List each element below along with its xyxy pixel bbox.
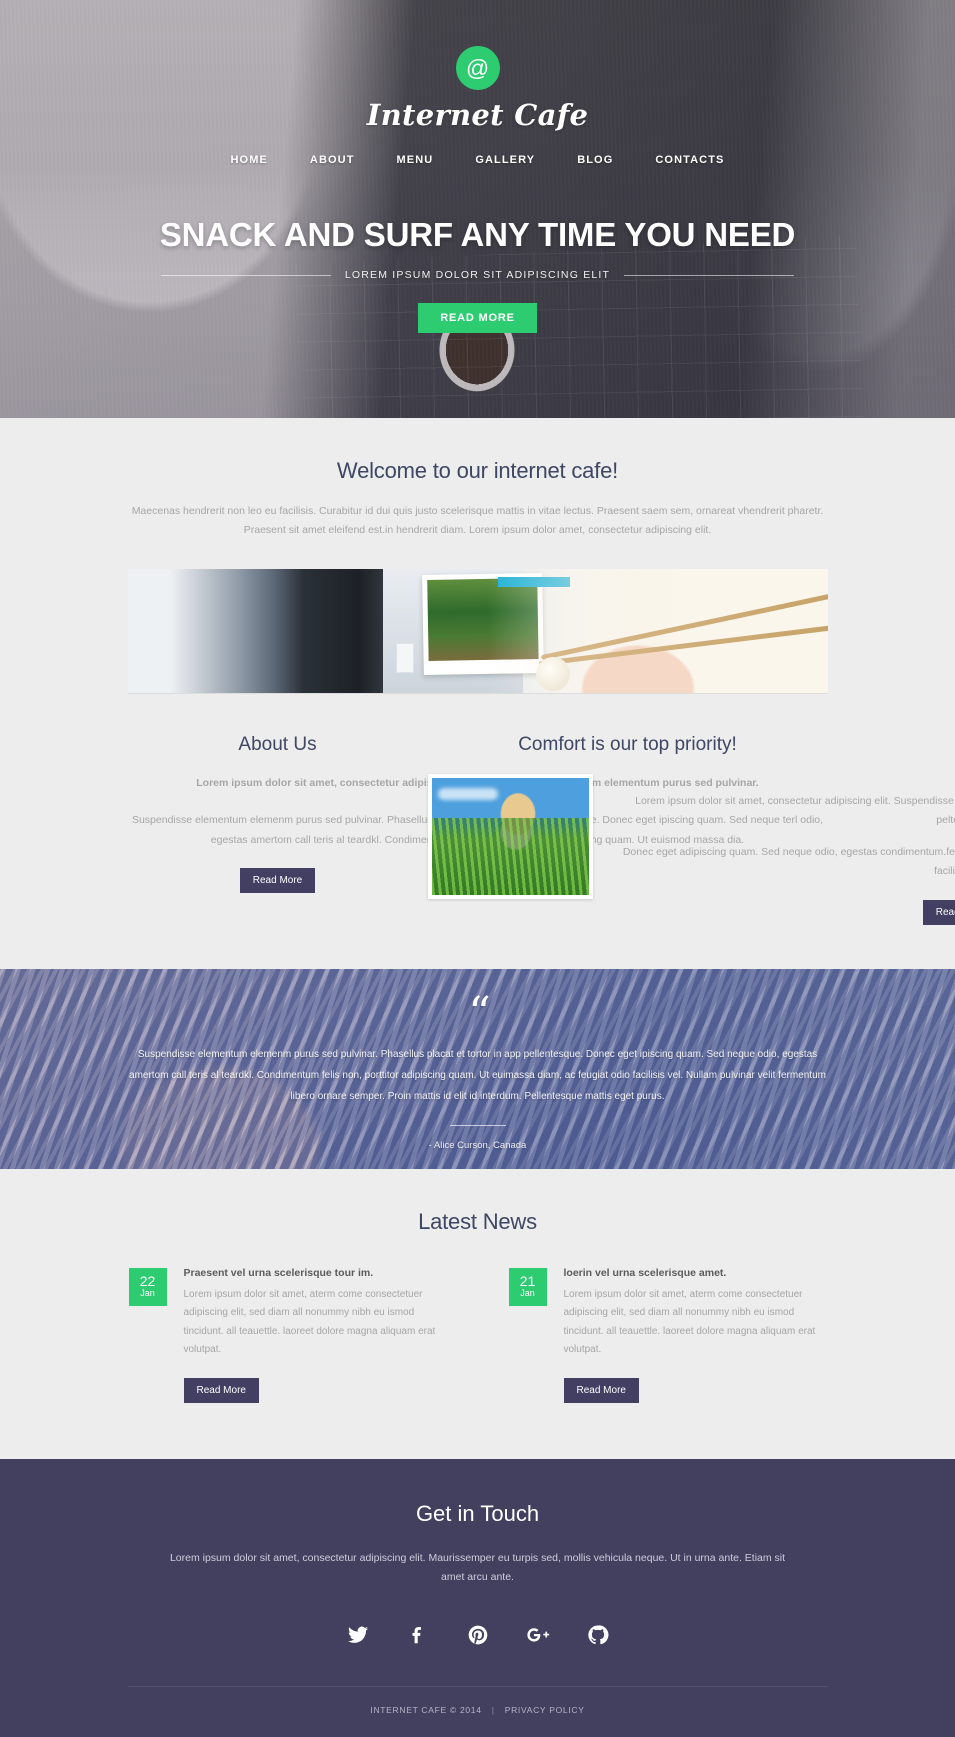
quotation-mark-icon: “ [128, 1005, 828, 1023]
news-date-badge: 21 Jan [508, 1267, 548, 1307]
testimonial-author: - Alice Curson, Canada [128, 1140, 828, 1151]
copyright-separator: | [492, 1705, 495, 1715]
get-in-touch-title: Get in Touch [0, 1501, 955, 1527]
news-date-month: Jan [520, 1289, 535, 1298]
at-sign-icon[interactable]: @ [456, 46, 500, 90]
hero-section: @ Internet Cafe HOME ABOUT MENU GALLERY … [0, 0, 955, 418]
news-read-more-button[interactable]: Read More [184, 1378, 259, 1403]
logo-glyph: @ [466, 57, 489, 80]
comfort-block: Comfort is our top priority! Lorem ipsum… [428, 734, 828, 925]
latest-news-title: Latest News [0, 1209, 955, 1235]
about-comfort-columns: About Us Lorem ipsum dolor sit amet, con… [128, 734, 828, 969]
nav-item-about[interactable]: ABOUT [289, 148, 376, 172]
nav-item-menu[interactable]: MENU [376, 148, 455, 172]
news-date-month: Jan [140, 1289, 155, 1298]
footer: Get in Touch Lorem ipsum dolor sit amet,… [0, 1459, 955, 1737]
nav-item-home[interactable]: HOME [210, 148, 289, 172]
hero-title: SNACK AND SURF ANY TIME YOU NEED [0, 216, 955, 254]
chopstick-upper [540, 593, 827, 660]
comfort-title: Comfort is our top priority! [428, 734, 828, 756]
footer-paragraph: Lorem ipsum dolor sit amet, consectetur … [168, 1549, 788, 1589]
copyright-bar: INTERNET CAFE © 2014 | PRIVACY POLICY [128, 1686, 828, 1737]
welcome-banner-image [128, 569, 828, 694]
testimonial-section: “ Suspendisse elementum elemenm purus se… [0, 969, 955, 1169]
facebook-icon[interactable] [401, 1618, 435, 1652]
news-date-day: 22 [140, 1274, 156, 1289]
welcome-section: Welcome to our internet cafe! Maecenas h… [0, 418, 955, 969]
nav-item-gallery[interactable]: GALLERY [454, 148, 556, 172]
testimonial-text: Suspendisse elementum elemenm purus sed … [128, 1044, 828, 1107]
about-us-title: About Us [128, 734, 428, 756]
twitter-icon[interactable] [341, 1618, 375, 1652]
news-list: 22 Jan Praesent vel urna scelerisque tou… [128, 1267, 828, 1403]
news-item-text: Lorem ipsum dolor sit amet, aterm come c… [564, 1286, 828, 1360]
comfort-paragraph-1: Lorem ipsum dolor sit amet, consectetur … [611, 792, 955, 831]
divider-left [161, 275, 331, 276]
banner-hand [488, 569, 828, 694]
divider-right [624, 275, 794, 276]
news-item: 21 Jan loerin vel urna scelerisque amet.… [508, 1267, 828, 1403]
main-navigation: HOME ABOUT MENU GALLERY BLOG CONTACTS [0, 148, 955, 172]
pinterest-icon[interactable] [461, 1618, 495, 1652]
site-logo-text[interactable]: Internet Cafe [0, 98, 955, 132]
comfort-paragraph-2: Donec eget adipiscing quam. Sed neque od… [611, 843, 955, 882]
news-item-text: Lorem ipsum dolor sit amet, aterm come c… [184, 1286, 448, 1360]
cloud-shape [438, 788, 498, 800]
about-read-more-button[interactable]: Read More [240, 868, 315, 893]
hero-read-more-button[interactable]: READ MORE [418, 303, 536, 333]
privacy-policy-link[interactable]: PRIVACY POLICY [505, 1705, 585, 1715]
comfort-read-more-button[interactable]: Read More [923, 900, 955, 925]
latest-news-section: Latest News 22 Jan Praesent vel urna sce… [0, 1169, 955, 1459]
welcome-title: Welcome to our internet cafe! [0, 458, 955, 484]
landing-page: @ Internet Cafe HOME ABOUT MENU GALLERY … [0, 0, 955, 1737]
news-item-title[interactable]: Praesent vel urna scelerisque tour im. [184, 1267, 448, 1279]
copyright-text: INTERNET CAFE © 2014 [370, 1705, 481, 1715]
news-item-title[interactable]: loerin vel urna scelerisque amet. [564, 1267, 828, 1279]
nav-item-contacts[interactable]: CONTACTS [634, 148, 745, 172]
news-date-day: 21 [520, 1274, 536, 1289]
hero-subtitle: LOREM IPSUM DOLOR SIT ADIPISCING ELIT [345, 269, 610, 281]
news-item: 22 Jan Praesent vel urna scelerisque tou… [128, 1267, 448, 1403]
comfort-photo [428, 774, 593, 899]
nav-item-blog[interactable]: BLOG [556, 148, 634, 172]
about-us-block: About Us Lorem ipsum dolor sit amet, con… [128, 734, 428, 925]
hero-subtitle-row: LOREM IPSUM DOLOR SIT ADIPISCING ELIT [0, 269, 955, 281]
news-read-more-button[interactable]: Read More [564, 1378, 639, 1403]
google-plus-icon[interactable] [521, 1618, 555, 1652]
testimonial-divider [450, 1125, 506, 1126]
rice-ball [536, 657, 570, 691]
github-icon[interactable] [581, 1618, 615, 1652]
social-links [0, 1618, 955, 1652]
welcome-paragraph: Maecenas hendrerit non leo eu facilisis.… [128, 502, 828, 541]
comfort-photo-art [432, 778, 589, 895]
news-date-badge: 22 Jan [128, 1267, 168, 1307]
